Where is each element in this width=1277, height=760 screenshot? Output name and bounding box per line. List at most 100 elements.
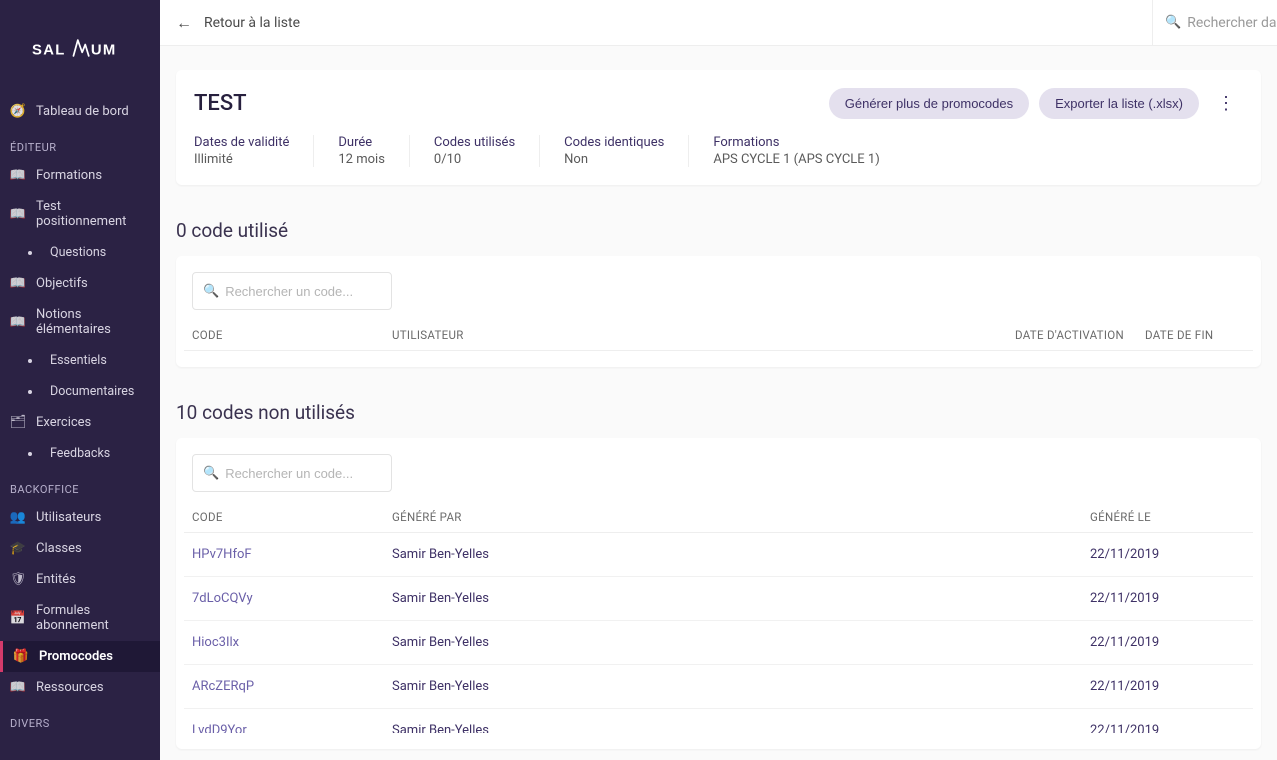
back-label: Retour à la liste xyxy=(204,15,300,31)
cell-generated-by: Samir Ben-Yelles xyxy=(392,679,1090,694)
sidebar-item-objectifs[interactable]: 📖 Objectifs xyxy=(0,268,160,299)
table-row[interactable]: Hioc3Ilx Samir Ben-Yelles 22/11/2019 xyxy=(184,621,1253,665)
bullet-icon xyxy=(28,452,32,456)
svg-text:UM: UM xyxy=(91,43,117,59)
meta-validity-label: Dates de validité xyxy=(194,135,289,150)
export-list-button[interactable]: Exporter la liste (.xlsx) xyxy=(1039,88,1199,119)
sidebar-item-entites[interactable]: 🛡 Entités xyxy=(0,564,160,595)
sidebar-item-questions[interactable]: Questions xyxy=(0,237,160,268)
gift-icon: 🎁 xyxy=(13,649,29,664)
cell-generated-by: Samir Ben-Yelles xyxy=(392,635,1090,650)
book-icon: 📖 xyxy=(10,276,26,291)
meta-duration-label: Durée xyxy=(338,135,385,150)
back-to-list[interactable]: ← Retour à la liste xyxy=(160,13,1152,33)
sidebar-item-ressources[interactable]: 📖 Ressources xyxy=(0,672,160,703)
unused-rows: HPv7HfoF Samir Ben-Yelles 22/11/2019 7dL… xyxy=(184,533,1253,733)
th-code: CODE xyxy=(192,328,392,342)
cell-code: Hioc3Ilx xyxy=(192,635,392,650)
sidebar-item-label: Formations xyxy=(36,168,102,183)
arrow-left-icon: ← xyxy=(176,13,192,33)
th-code: CODE xyxy=(192,510,392,524)
sidebar-item-label: Notions élémentaires xyxy=(36,307,150,337)
unused-codes-search-input[interactable] xyxy=(225,466,381,481)
th-end: DATE DE FIN xyxy=(1145,328,1245,342)
sidebar-item-formations[interactable]: 📖 Formations xyxy=(0,160,160,191)
sidebar-item-label: Feedbacks xyxy=(50,446,110,461)
sidebar-item-promocodes[interactable]: 🎁 Promocodes xyxy=(0,641,160,672)
cell-generated-on: 22/11/2019 xyxy=(1090,679,1245,694)
used-codes-card: 🔍 CODE UTILISATEUR DATE D'ACTIVATION DAT… xyxy=(176,256,1261,367)
used-codes-search-input[interactable] xyxy=(225,284,381,299)
search-icon: 🔍 xyxy=(203,466,219,481)
cell-generated-on: 22/11/2019 xyxy=(1090,547,1245,562)
bullet-icon xyxy=(28,251,32,255)
table-row[interactable]: ARcZERqP Samir Ben-Yelles 22/11/2019 xyxy=(184,665,1253,709)
unused-codes-card: 🔍 CODE GÉNÉRÉ PAR GÉNÉRÉ LE HPv7HfoF Sam… xyxy=(176,438,1261,749)
generate-more-button[interactable]: Générer plus de promocodes xyxy=(829,88,1029,119)
global-search[interactable]: 🔍 Rechercher dans xyxy=(1152,0,1277,45)
sidebar-item-dashboard[interactable]: 🧭 Tableau de bord xyxy=(0,96,160,127)
sidebar-group-editor: ÉDITEUR xyxy=(0,127,160,160)
book-icon: 📖 xyxy=(10,207,26,222)
sidebar-item-label: Questions xyxy=(50,245,106,260)
vertical-dots-icon: ⋮ xyxy=(1217,93,1235,113)
promocode-header-card: TEST Générer plus de promocodes Exporter… xyxy=(176,70,1261,185)
sidebar-item-label: Formules abonnement xyxy=(36,603,150,633)
sidebar-item-essentiels[interactable]: Essentiels xyxy=(0,345,160,376)
th-activation: DATE D'ACTIVATION xyxy=(1015,328,1145,342)
cell-generated-by: Samir Ben-Yelles xyxy=(392,591,1090,606)
sidebar-item-label: Test positionnement xyxy=(36,199,150,229)
table-row[interactable]: 7dLoCQVy Samir Ben-Yelles 22/11/2019 xyxy=(184,577,1253,621)
meta-identical-label: Codes identiques xyxy=(564,135,664,150)
graduation-icon: 🎓 xyxy=(10,541,26,556)
meta-formations-value: APS CYCLE 1 (APS CYCLE 1) xyxy=(713,152,879,167)
sidebar-item-notions[interactable]: 📖 Notions élémentaires xyxy=(0,299,160,345)
used-codes-search[interactable]: 🔍 xyxy=(192,272,392,310)
bullet-icon xyxy=(28,390,32,394)
search-placeholder: Rechercher dans xyxy=(1187,15,1277,31)
cell-generated-by: Samir Ben-Yelles xyxy=(392,723,1090,733)
sidebar-item-label: Promocodes xyxy=(39,649,113,664)
sidebar-item-label: Entités xyxy=(36,572,76,587)
sidebar-item-classes[interactable]: 🎓 Classes xyxy=(0,533,160,564)
sidebar-item-label: Exercices xyxy=(36,415,91,430)
book-icon: 📖 xyxy=(10,680,26,695)
meta-identical-value: Non xyxy=(564,152,664,167)
more-menu-button[interactable]: ⋮ xyxy=(1209,89,1243,118)
search-icon: 🔍 xyxy=(203,284,219,299)
unused-codes-search[interactable]: 🔍 xyxy=(192,454,392,492)
book-icon: 📖 xyxy=(10,315,26,330)
sidebar-item-label: Ressources xyxy=(36,680,104,695)
th-gen-on: GÉNÉRÉ LE xyxy=(1090,510,1245,524)
sidebar-item-test-positionnement[interactable]: 📖 Test positionnement xyxy=(0,191,160,237)
unused-codes-title: 10 codes non utilisés xyxy=(176,401,1261,424)
cell-generated-on: 22/11/2019 xyxy=(1090,723,1245,733)
meta-codes-used-value: 0/10 xyxy=(434,152,515,167)
sidebar-item-label: Utilisateurs xyxy=(36,510,101,525)
table-row[interactable]: HPv7HfoF Samir Ben-Yelles 22/11/2019 xyxy=(184,533,1253,577)
users-icon: 👥 xyxy=(10,510,26,525)
sidebar-item-exercices[interactable]: 🗂 Exercices xyxy=(0,407,160,438)
sidebar-item-documentaires[interactable]: Documentaires xyxy=(0,376,160,407)
sidebar-item-label: Classes xyxy=(36,541,82,556)
page-title: TEST xyxy=(194,91,247,116)
sidebar-item-utilisateurs[interactable]: 👥 Utilisateurs xyxy=(0,502,160,533)
used-codes-title: 0 code utilisé xyxy=(176,219,1261,242)
sidebar-item-formules[interactable]: 📅 Formules abonnement xyxy=(0,595,160,641)
sidebar-item-feedbacks[interactable]: Feedbacks xyxy=(0,438,160,469)
meta-validity-value: Illimité xyxy=(194,152,289,167)
copy-icon: 🗂 xyxy=(10,415,26,430)
sidebar-group-backoffice: BACKOFFICE xyxy=(0,469,160,502)
sidebar-item-label: Objectifs xyxy=(36,276,88,291)
cell-generated-on: 22/11/2019 xyxy=(1090,591,1245,606)
meta-formations-label: Formations xyxy=(713,135,879,150)
meta-duration-value: 12 mois xyxy=(338,152,385,167)
sidebar-item-label: Essentiels xyxy=(50,353,107,368)
cell-code: LvdD9Yor xyxy=(192,723,392,733)
calendar-icon: 📅 xyxy=(10,611,26,626)
svg-text:SAL: SAL xyxy=(32,43,66,59)
table-row[interactable]: LvdD9Yor Samir Ben-Yelles 22/11/2019 xyxy=(184,709,1253,733)
sidebar-item-label: Tableau de bord xyxy=(36,104,129,119)
search-icon: 🔍 xyxy=(1165,15,1181,30)
th-user: UTILISATEUR xyxy=(392,328,1015,342)
